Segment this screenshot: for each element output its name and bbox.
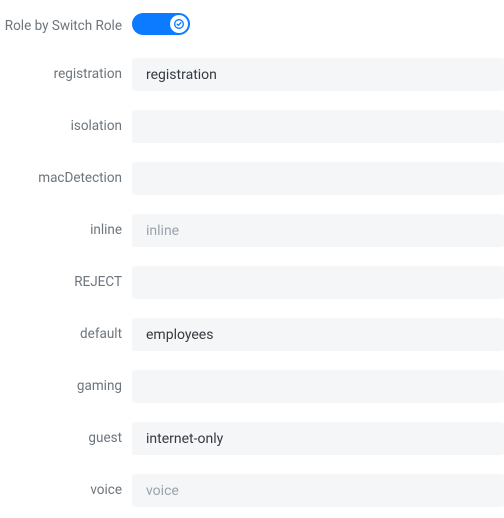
inline-label: inline [0, 222, 132, 238]
gaming-label: gaming [0, 378, 132, 394]
voice-label: voice [0, 482, 132, 498]
guest-field [132, 422, 504, 455]
row-reject: REJECT [0, 266, 504, 299]
guest-input[interactable] [132, 422, 504, 455]
role-mapping-form: Role by Switch Role registration isolati… [0, 0, 504, 507]
row-registration: registration [0, 58, 504, 91]
row-isolation: isolation [0, 110, 504, 143]
inline-input[interactable] [132, 214, 504, 247]
reject-field [132, 266, 504, 299]
switch-role-field [132, 13, 504, 39]
gaming-input[interactable] [132, 370, 504, 403]
switch-role-label: Role by Switch Role [0, 18, 132, 34]
gaming-field [132, 370, 504, 403]
guest-label: guest [0, 430, 132, 446]
isolation-field [132, 110, 504, 143]
default-input[interactable] [132, 318, 504, 351]
row-voice: voice [0, 474, 504, 507]
row-switch-role: Role by Switch Role [0, 13, 504, 39]
row-macdetection: macDetection [0, 162, 504, 195]
isolation-label: isolation [0, 118, 132, 134]
isolation-input[interactable] [132, 110, 504, 143]
registration-field [132, 58, 504, 91]
macdetection-label: macDetection [0, 170, 132, 186]
switch-role-toggle[interactable] [132, 13, 190, 35]
registration-input[interactable] [132, 58, 504, 91]
inline-field [132, 214, 504, 247]
voice-input[interactable] [132, 474, 504, 507]
default-field [132, 318, 504, 351]
reject-label: REJECT [0, 274, 132, 290]
row-inline: inline [0, 214, 504, 247]
row-default: default [0, 318, 504, 351]
macdetection-field [132, 162, 504, 195]
default-label: default [0, 326, 132, 342]
reject-input[interactable] [132, 266, 504, 299]
macdetection-input[interactable] [132, 162, 504, 195]
row-guest: guest [0, 422, 504, 455]
voice-field [132, 474, 504, 507]
check-icon [174, 19, 184, 29]
registration-label: registration [0, 66, 132, 82]
row-gaming: gaming [0, 370, 504, 403]
switch-knob [170, 15, 188, 33]
